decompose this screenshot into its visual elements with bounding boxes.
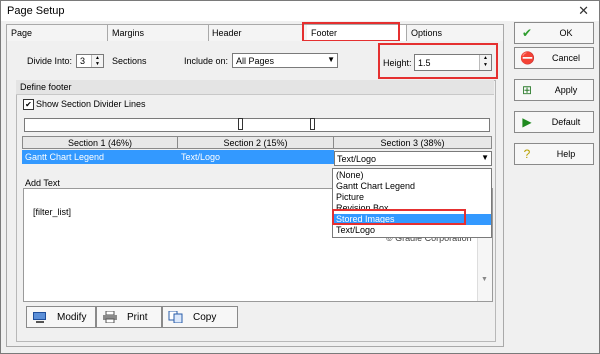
default-button[interactable]: ▶ Default: [514, 111, 594, 133]
checkmark-icon: ✔: [521, 26, 533, 40]
cancel-label: Cancel: [551, 53, 580, 63]
monitor-icon: [33, 312, 46, 323]
help-button[interactable]: ? Help: [514, 143, 594, 165]
copy-label: Copy: [193, 312, 217, 323]
tab-margins[interactable]: Margins: [108, 25, 209, 41]
ok-label: OK: [559, 28, 573, 38]
copy-button[interactable]: Copy: [162, 306, 238, 328]
section-3-header: Section 3 (38%): [333, 136, 492, 149]
dropdown-option[interactable]: Picture: [333, 192, 491, 203]
show-divider-checkbox[interactable]: ✔: [23, 99, 34, 110]
add-text-label: Add Text: [25, 178, 60, 188]
section-3-select[interactable]: Text/Logo ▼: [334, 151, 492, 166]
height-value: 1.5: [418, 58, 431, 68]
chevron-down-icon[interactable]: ▼: [481, 153, 489, 162]
height-spinner[interactable]: 1.5 ▲ ▼: [414, 54, 492, 71]
apply-icon: ⊞: [521, 83, 533, 97]
print-button[interactable]: Print: [96, 306, 162, 328]
scroll-down-icon[interactable]: ▼: [481, 276, 488, 283]
spinner-arrows-icon[interactable]: ▲ ▼: [91, 55, 103, 67]
tab-strip: Page Margins Header Footer Options: [6, 24, 504, 42]
dropdown-option[interactable]: Gantt Chart Legend: [333, 181, 491, 192]
section-3-dropdown-list: (None) Gantt Chart Legend Picture Revisi…: [332, 168, 492, 238]
divider-handle[interactable]: [238, 118, 243, 130]
close-icon[interactable]: ✕: [578, 3, 589, 19]
sections-label: Sections: [112, 56, 147, 66]
cancel-button[interactable]: ⛔ Cancel: [514, 47, 594, 69]
footer-tab-highlight: [302, 22, 400, 42]
spinner-arrows-icon[interactable]: ▲ ▼: [479, 55, 491, 70]
include-on-select[interactable]: All Pages ▼: [232, 53, 338, 68]
dropdown-option[interactable]: (None): [333, 170, 491, 181]
default-label: Default: [551, 117, 581, 127]
apply-button[interactable]: ⊞ Apply: [514, 79, 594, 101]
section-1-header: Section 1 (46%): [22, 136, 178, 149]
add-text-content: [filter_list]: [33, 207, 72, 217]
section-ruler: [24, 118, 490, 132]
modify-button[interactable]: Modify: [26, 306, 96, 328]
chevron-down-icon: ▼: [327, 55, 335, 64]
divide-into-value: 3: [80, 56, 86, 66]
define-footer-title: Define footer: [20, 82, 72, 92]
section-3-value: Text/Logo: [337, 154, 377, 164]
title-bar: Page Setup ✕: [1, 1, 599, 21]
divide-into-spinner[interactable]: 3 ▲ ▼: [76, 54, 104, 68]
height-label: Height:: [383, 58, 412, 68]
tab-page[interactable]: Page: [7, 25, 108, 41]
include-on-value: All Pages: [236, 56, 275, 66]
divider-handle[interactable]: [310, 118, 315, 130]
copy-icon: [168, 311, 183, 323]
divide-into-label: Divide Into:: [27, 56, 73, 66]
stored-images-highlight: [332, 209, 466, 225]
tab-header[interactable]: Header: [208, 25, 308, 41]
include-on-label: Include on:: [184, 56, 229, 66]
no-entry-icon: ⛔: [520, 51, 535, 65]
section-2-cell[interactable]: Text/Logo: [178, 150, 334, 164]
modify-label: Modify: [57, 312, 87, 323]
window-title: Page Setup: [7, 5, 65, 17]
show-divider-label: Show Section Divider Lines: [36, 99, 146, 109]
section-2-header: Section 2 (15%): [177, 136, 334, 149]
play-arrow-icon: ▶: [522, 115, 532, 129]
help-icon: ?: [523, 147, 531, 161]
section-1-cell[interactable]: Gantt Chart Legend: [22, 150, 178, 164]
ok-button[interactable]: ✔ OK: [514, 22, 594, 44]
tab-options[interactable]: Options: [407, 25, 503, 41]
apply-label: Apply: [554, 85, 578, 95]
dropdown-option[interactable]: Text/Logo: [333, 225, 491, 236]
print-label: Print: [127, 312, 148, 323]
define-footer-header: Define footer: [16, 80, 494, 95]
printer-icon: [103, 311, 117, 323]
help-label: Help: [556, 149, 576, 159]
